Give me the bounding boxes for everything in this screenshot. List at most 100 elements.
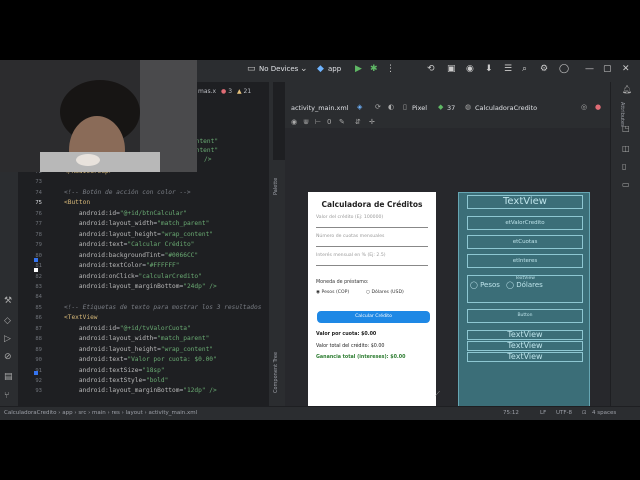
component-tree-tab[interactable]: Component Tree [273,340,285,404]
code-line[interactable]: <TextView [64,314,98,321]
problems-icon[interactable]: ⊘ [4,352,12,362]
radio-pesos[interactable]: ◉ Pesos (COP) [316,290,349,295]
terminal-icon[interactable]: ▤ [4,372,13,382]
device-mirror-icon[interactable]: ▣ [447,64,456,74]
build-icon[interactable]: ⚒ [4,296,12,306]
code-line[interactable]: android:layout_marginBottom="24dp" /> [64,283,217,290]
avd-icon[interactable]: ☰ [504,64,512,74]
resize-handle-icon[interactable]: ⟋ [435,390,440,399]
attributes-tab[interactable]: Attributes [611,102,625,142]
code-line[interactable]: android:layout_height="wrap_content" [64,346,213,353]
run-window-icon[interactable]: ▷ [4,334,11,344]
issues-icon[interactable]: ● [595,103,601,111]
editor-tab-label[interactable]: mas.x [198,88,216,95]
bp-title[interactable]: TextView [467,195,583,209]
locale-icon[interactable]: ◎ [581,103,587,111]
eye-icon[interactable]: ◉ [291,118,297,126]
device-picker[interactable]: Pixel [412,104,427,112]
git-icon[interactable]: ⑂ [4,391,9,401]
phone-preview[interactable]: Calculadora de Créditos Valor del crédit… [308,192,436,408]
orientation-icon[interactable]: ⟳ [375,103,381,111]
bp-radiogroup[interactable]: TextView ◯ Pesos ◯ Dólares [467,275,583,303]
code-line[interactable]: android:layout_marginBottom="12dp" /> [64,387,217,394]
code-line[interactable]: /> [204,156,211,163]
constraint-icon[interactable]: ⊢ [315,118,321,126]
debug-icon[interactable]: ✱ [370,64,378,74]
caret-position[interactable]: 75:12 [503,410,519,416]
bp-interes[interactable]: etInteres [467,254,583,268]
code-line[interactable]: android:layout_width="match_parent" [64,220,209,227]
bp-cuotas[interactable]: etCuotas [467,235,583,249]
indent[interactable]: 4 spaces [592,410,616,416]
chevron-down-icon[interactable]: ⌄ [300,64,308,74]
encoding[interactable]: UTF-8 [556,410,572,416]
magnet-icon[interactable]: ⋓ [303,118,309,126]
design-mode-icon[interactable]: ◈ [357,103,362,111]
breadcrumb-project[interactable]: CalculadoraCredito [4,410,57,416]
code-line[interactable]: android:id="@+id/btnCalcular" [64,210,187,217]
gem-icon[interactable]: ◇ [4,316,11,326]
gradle-icon[interactable]: ◳ [622,124,630,133]
align-icon[interactable]: ⇵ [355,118,361,126]
bp-pesos[interactable]: ◯ Pesos [470,281,500,289]
run-icon[interactable]: ▶ [355,64,362,74]
assistant-icon[interactable]: ◫ [622,144,630,153]
code-line[interactable]: android:id="@+id/tvValorCuota" [64,325,191,332]
breadcrumb-src[interactable]: src [78,410,86,416]
device-manager-icon[interactable]: ▭ [247,64,256,74]
blueprint-preview[interactable]: TextView etValorCredito etCuotas etInter… [458,192,590,408]
night-mode-icon[interactable]: ◐ [388,103,394,111]
code-line[interactable]: android:textStyle="bold" [64,377,168,384]
code-line[interactable]: android:onClick="calcularCredito" [64,273,202,280]
notifications-icon[interactable]: 🔔︎ [622,85,632,94]
code-line[interactable]: android:backgroundTint="#0066CC" [64,252,198,259]
radio-dolares[interactable]: ○ Dólares (USD) [366,290,404,295]
theme-picker[interactable]: CalculadoraCredito [475,104,537,112]
more-icon[interactable]: ⋮ [386,64,395,74]
code-line[interactable]: android:layout_height="wrap_content" [64,231,213,238]
run-config-selector[interactable]: app [328,65,341,73]
design-canvas[interactable]: Calculadora de Créditos Valor del crédit… [285,128,610,408]
maximize-icon[interactable]: ▢ [603,64,612,74]
palette-tab[interactable]: Palette [273,166,285,206]
breadcrumb-main[interactable]: main [92,410,106,416]
code-line[interactable]: android:textSize="18sp" [64,367,165,374]
device-explorer-icon[interactable]: ▯ [622,162,626,171]
api-picker[interactable]: 37 [447,104,455,112]
bp-dolares[interactable]: ◯ Dólares [506,281,543,289]
sync-icon[interactable]: ⟲ [427,64,435,74]
code-line[interactable]: android:text="Calcular Crédito" [64,241,195,248]
code-line[interactable]: <!-- Etiquetas de texto para mostrar los… [64,304,261,311]
code-line[interactable]: android:text="Valor por cuota: $0.00" [64,356,217,363]
infer-icon[interactable]: ✎ [339,118,345,126]
margin-icon[interactable]: 0 [327,118,331,126]
emulator-icon[interactable]: ▭ [622,180,630,189]
device-selector[interactable]: No Devices [259,65,298,73]
line-ending[interactable]: LF [540,410,546,416]
guidelines-icon[interactable]: ✛ [369,118,375,126]
bp-valor[interactable]: etValorCredito [467,216,583,230]
profiler-icon[interactable]: ◉ [466,64,474,74]
breadcrumb-app[interactable]: app [62,410,72,416]
bp-button[interactable]: Button [467,309,583,323]
file-tab[interactable]: activity_main.xml [291,104,349,112]
code-line[interactable]: <!-- Botón de acción con color --> [64,189,191,196]
valor-input[interactable]: Valor del crédito (Ej: 100000) [316,215,428,228]
code-line[interactable]: android:layout_width="match_parent" [64,335,209,342]
settings-icon[interactable]: ⚙ [540,64,548,74]
color-swatch-icon[interactable] [34,268,38,272]
cuotas-input[interactable]: Número de cuotas mensuales [316,234,428,247]
breadcrumb-file[interactable]: activity_main.xml [148,410,197,416]
code-line[interactable]: <Button [64,199,90,206]
interes-input[interactable]: Interés mensual en % (Ej: 2.5) [316,253,428,266]
close-icon[interactable]: ✕ [622,64,630,74]
breadcrumb-layout[interactable]: layout [126,410,143,416]
sdk-manager-icon[interactable]: ⬇ [485,64,493,74]
bp-textview-3[interactable]: TextView [467,352,583,362]
minimize-icon[interactable]: — [585,64,594,74]
code-line[interactable]: android:textColor="#FFFFFF" [64,262,180,269]
bp-textview-2[interactable]: TextView [467,341,583,351]
bp-textview-1[interactable]: TextView [467,330,583,340]
breadcrumb-res[interactable]: res [112,410,120,416]
calcular-button[interactable]: Calcular Crédito [316,310,431,324]
